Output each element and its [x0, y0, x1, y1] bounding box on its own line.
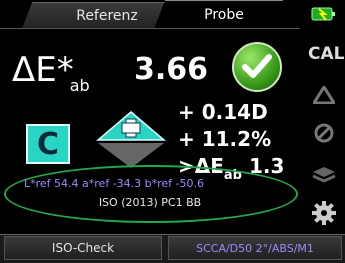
gear-icon[interactable]	[309, 198, 339, 233]
lab-reference-values: L*ref 54.4 a*ref -34.3 b*ref -50.6	[24, 177, 205, 190]
stack-icon[interactable]	[311, 164, 337, 189]
delta-e-label: ΔE*ab	[12, 50, 90, 95]
density-difference: + 0.14D	[178, 100, 268, 124]
reference-ellipse	[4, 165, 298, 223]
iso-standard-label: ISO (2013) PC1 BB	[98, 196, 202, 209]
side-toolbar: CAL	[303, 0, 345, 232]
checkmark-circle-icon	[232, 42, 282, 92]
iso-check-button[interactable]: ISO-Check	[4, 236, 162, 260]
grade-badge: C	[26, 124, 70, 164]
triangle-icon[interactable]	[311, 84, 337, 109]
tab-referenz-label: Referenz	[76, 8, 138, 24]
battery-plug-icon	[311, 5, 339, 23]
percent-difference: + 11.2%	[178, 127, 272, 151]
measurement-settings-button[interactable]: SCCA/D50 2°/ABS/M1	[168, 236, 342, 260]
tab-probe[interactable]: Probe	[154, 0, 294, 29]
tab-probe-label: Probe	[204, 7, 244, 23]
tab-divider	[0, 28, 300, 29]
delta-e-value: 3.66	[134, 52, 209, 87]
no-symbol-icon[interactable]	[313, 122, 335, 149]
cal-icon[interactable]: CAL	[308, 44, 344, 66]
delta-e-subscript: ab	[69, 76, 90, 95]
